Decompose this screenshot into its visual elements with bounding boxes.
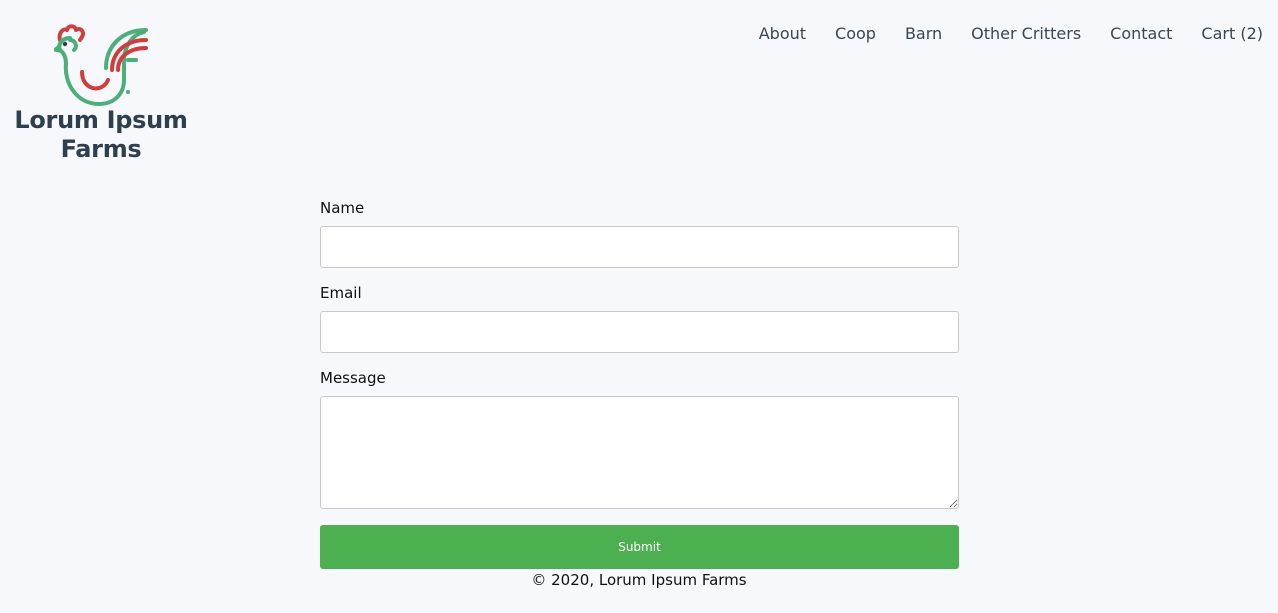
submit-button[interactable]: Submit xyxy=(320,525,959,569)
nav-about[interactable]: About xyxy=(759,23,806,45)
email-input[interactable] xyxy=(320,311,959,353)
name-label: Name xyxy=(320,199,365,217)
footer-copyright: © 2020, Lorum Ipsum Farms xyxy=(531,571,747,589)
nav-barn[interactable]: Barn xyxy=(905,23,942,45)
message-label: Message xyxy=(320,369,386,387)
nav-contact[interactable]: Contact xyxy=(1110,23,1172,45)
nav-coop[interactable]: Coop xyxy=(835,23,876,45)
main-nav: About Coop Barn Other Critters Contact C… xyxy=(730,23,1263,45)
logo-link[interactable]: Lorum Ipsum Farms xyxy=(8,24,194,164)
name-input[interactable] xyxy=(320,226,959,268)
message-textarea[interactable] xyxy=(320,396,959,509)
email-label: Email xyxy=(320,284,362,302)
brand-name: Lorum Ipsum Farms xyxy=(14,106,188,163)
rooster-icon xyxy=(54,24,148,107)
nav-other-critters[interactable]: Other Critters xyxy=(971,23,1081,45)
nav-cart[interactable]: Cart (2) xyxy=(1201,23,1263,45)
contact-form: Name Email Message Submit xyxy=(320,198,959,569)
